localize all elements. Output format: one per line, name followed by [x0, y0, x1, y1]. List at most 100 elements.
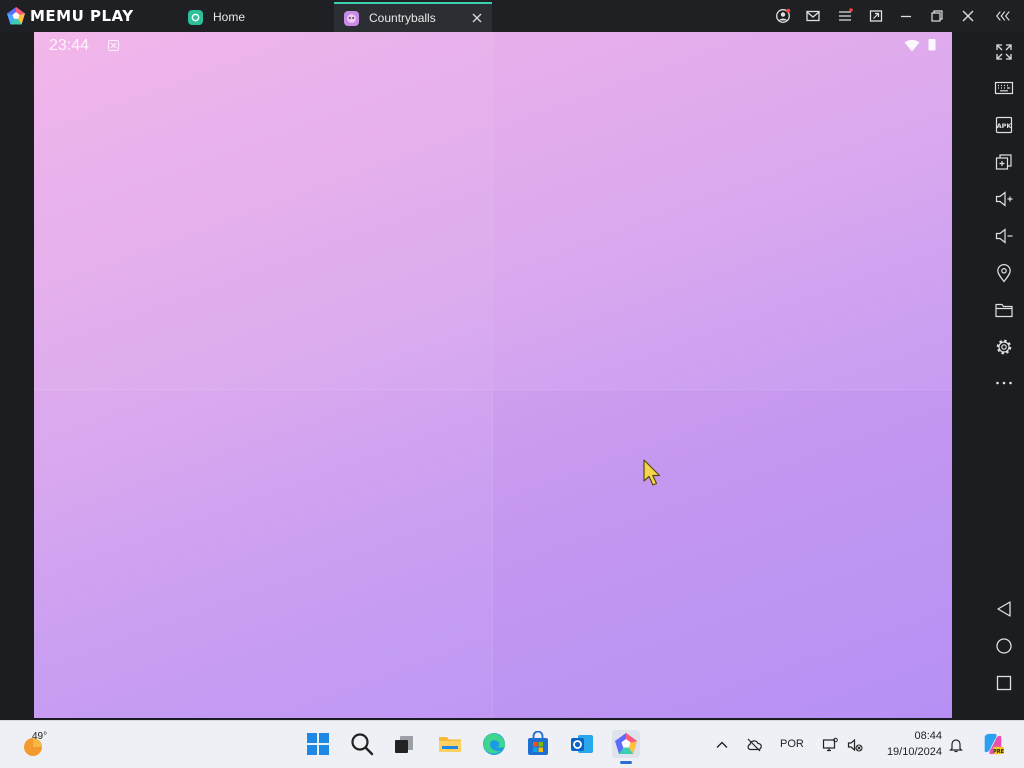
network-button[interactable]: [820, 735, 840, 755]
wifi-icon: [904, 39, 920, 52]
brand-name: MEMU PLAY: [30, 7, 134, 25]
folder-button[interactable]: [993, 299, 1015, 321]
weather-widget[interactable]: 49°: [20, 730, 60, 760]
apk-button[interactable]: APK: [993, 114, 1015, 136]
minimize-button[interactable]: [896, 6, 916, 26]
android-status-time: 23:44: [49, 37, 90, 54]
close-button[interactable]: [958, 6, 978, 26]
home-app-icon: [188, 9, 203, 25]
account-icon: [776, 8, 791, 23]
bell-icon: [949, 739, 963, 753]
file-explorer-icon: [439, 737, 461, 752]
clock-time[interactable]: 08:44: [898, 730, 942, 742]
svg-text:PRE: PRE: [993, 749, 1005, 755]
battery-icon: [928, 39, 936, 51]
menu-button[interactable]: [835, 6, 855, 26]
volume-up-icon: [995, 191, 1013, 207]
task-view-button[interactable]: [390, 730, 418, 758]
home-icon: [996, 638, 1012, 654]
fullscreen-button[interactable]: [993, 41, 1015, 63]
settings-icon: [996, 339, 1012, 355]
location-icon: [997, 264, 1011, 283]
back-icon: [997, 601, 1011, 617]
copilot-button[interactable]: PRE: [980, 731, 1006, 757]
volume-down-button[interactable]: [993, 225, 1015, 247]
cloud-offline-icon: [747, 738, 762, 752]
close-icon: [962, 10, 974, 22]
settings-button[interactable]: [993, 336, 1015, 358]
notification-icon: [108, 40, 119, 51]
screen-divider-vertical: [492, 32, 493, 718]
multi-window-icon: [869, 10, 883, 22]
recents-icon: [996, 675, 1012, 691]
more-icon: [996, 381, 1012, 385]
keyboard-button[interactable]: [993, 77, 1015, 99]
start-icon: [307, 733, 329, 755]
tab-close-icon[interactable]: [470, 11, 484, 25]
add-window-button[interactable]: [993, 151, 1015, 173]
countryballs-app-icon: [344, 10, 359, 26]
keyboard-icon: [994, 81, 1014, 95]
language-indicator[interactable]: POR: [780, 738, 804, 750]
show-hidden-icons-button[interactable]: [712, 735, 732, 755]
multi-window-button[interactable]: [866, 6, 886, 26]
screen-quadrant-bottom-right: [493, 390, 952, 718]
android-back-button[interactable]: [993, 598, 1015, 620]
tab-home[interactable]: Home: [178, 2, 328, 32]
minimize-icon: [901, 15, 911, 18]
collapse-icon: [996, 11, 1010, 21]
file-explorer-button[interactable]: [436, 730, 464, 758]
fullscreen-icon: [996, 44, 1012, 60]
folder-icon: [995, 303, 1013, 318]
outlook-button[interactable]: [568, 730, 596, 758]
onedrive-button[interactable]: [744, 735, 764, 755]
title-bar: MEMU PLAY Home Countryballs: [0, 0, 1024, 32]
edge-icon: [483, 733, 506, 755]
add-window-icon: [995, 154, 1012, 170]
network-icon: [822, 737, 838, 752]
android-home-button[interactable]: [993, 635, 1015, 657]
volume-button[interactable]: [845, 735, 865, 755]
tab-countryballs-label: Countryballs: [369, 11, 436, 25]
more-button[interactable]: [993, 372, 1015, 394]
menu-icon: [839, 8, 853, 21]
svg-text:APK: APK: [997, 122, 1013, 130]
emulator-sidebar: APK: [984, 32, 1024, 718]
screen-quadrant-top-left: [34, 32, 493, 390]
location-button[interactable]: [993, 262, 1015, 284]
android-recents-button[interactable]: [993, 672, 1015, 694]
start-button[interactable]: [304, 730, 332, 758]
tab-home-label: Home: [213, 10, 246, 24]
mail-button[interactable]: [803, 6, 823, 26]
task-view-icon: [395, 736, 413, 753]
collapse-sidebar-button[interactable]: [993, 6, 1013, 26]
memu-icon: [615, 733, 637, 754]
active-app-indicator: [620, 761, 632, 764]
volume-down-icon: [995, 228, 1013, 244]
apk-icon: APK: [995, 116, 1013, 134]
mail-icon: [806, 10, 820, 22]
copilot-icon: PRE: [984, 733, 1005, 755]
search-icon: [351, 733, 374, 756]
clock-date[interactable]: 19/10/2024: [876, 746, 942, 758]
weather-temperature: 49°: [32, 731, 48, 742]
edge-button[interactable]: [480, 730, 508, 758]
store-icon: [528, 731, 548, 755]
search-button[interactable]: [348, 730, 376, 758]
mouse-cursor-icon: [643, 459, 661, 486]
android-screen[interactable]: 23:44: [34, 32, 952, 718]
memu-logo-icon: [7, 7, 25, 25]
tab-countryballs[interactable]: Countryballs: [334, 2, 492, 32]
memu-taskbar-button[interactable]: [612, 730, 640, 764]
volume-muted-icon: [847, 738, 863, 752]
store-button[interactable]: [524, 730, 552, 758]
restore-icon: [931, 10, 943, 22]
windows-taskbar: 49° POR 08:44 19/10/2024 PRE: [0, 720, 1024, 768]
volume-up-button[interactable]: [993, 188, 1015, 210]
account-button[interactable]: [773, 6, 793, 26]
chevron-up-icon: [716, 741, 728, 748]
restore-button[interactable]: [927, 6, 947, 26]
outlook-icon: [571, 735, 593, 753]
notifications-button[interactable]: [946, 735, 966, 755]
screen-divider-horizontal: [34, 389, 952, 390]
